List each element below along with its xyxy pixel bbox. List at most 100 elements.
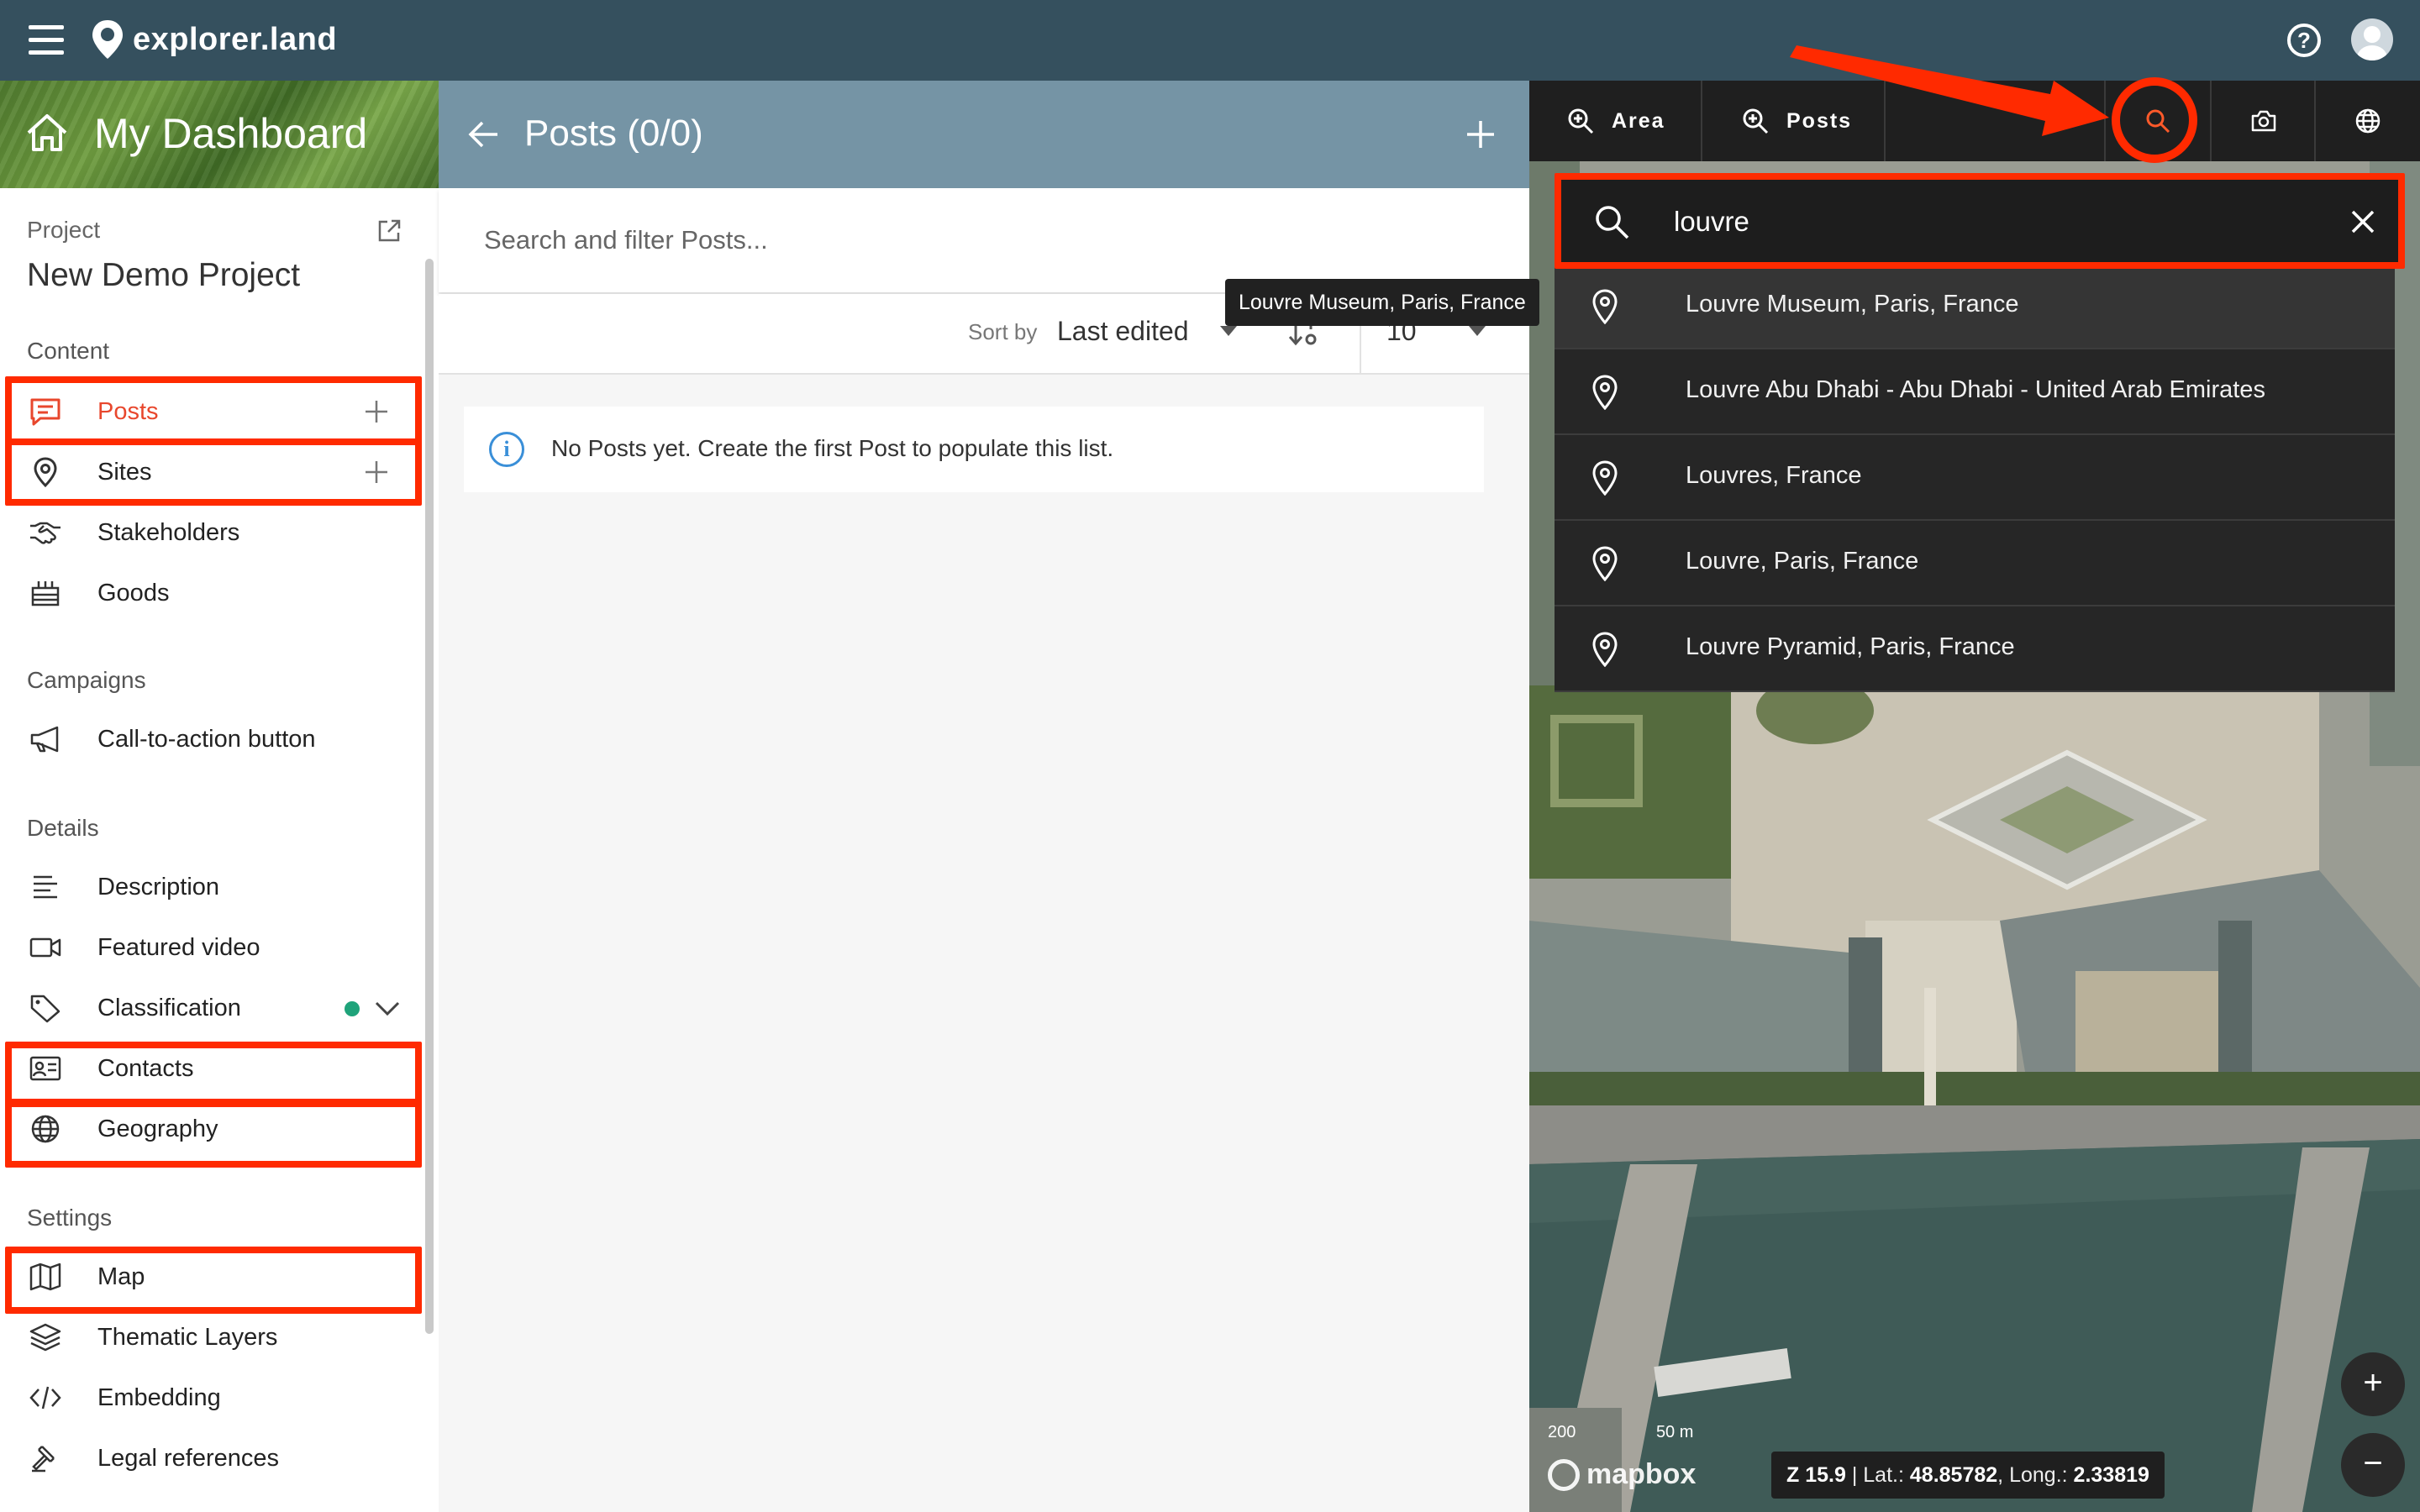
camera-icon — [2251, 110, 2276, 132]
sidebar-item-label: Posts — [97, 398, 159, 425]
video-camera-icon — [29, 937, 61, 958]
text-lines-icon — [34, 875, 57, 899]
lat-label: Lat.: — [1863, 1463, 1904, 1487]
search-result-item[interactable]: Louvres, France — [1555, 435, 2395, 521]
posts-search-bar — [439, 188, 1529, 292]
sidebar-item-classification[interactable]: Classification — [10, 981, 417, 1035]
globe-icon — [2355, 108, 2381, 134]
mapbox-label: mapbox — [1586, 1458, 1697, 1490]
avatar[interactable] — [2351, 18, 2393, 60]
menu-icon[interactable] — [29, 24, 64, 57]
sidebar-item-label: Thematic Layers — [97, 1324, 278, 1351]
sidebar-item-stakeholders[interactable]: Stakeholders — [10, 506, 417, 559]
map-search-input[interactable] — [1674, 198, 2262, 245]
tooltip: Louvre Museum, Paris, France — [1225, 279, 1539, 326]
zoom-to-posts-button[interactable]: Posts — [1702, 81, 1886, 161]
sidebar-item-contacts[interactable]: Contacts — [10, 1042, 417, 1095]
info-icon: i — [489, 432, 524, 467]
area-label: Area — [1612, 108, 1665, 133]
long-value: 2.33819 — [2073, 1463, 2149, 1487]
status-dot — [345, 1001, 360, 1016]
mapbox-icon — [1548, 1458, 1580, 1491]
code-icon — [29, 1386, 61, 1410]
help-icon[interactable]: ? — [2287, 24, 2321, 57]
globe-icon — [31, 1115, 60, 1143]
location-pin-icon — [1592, 546, 1618, 581]
map-search-bar — [1560, 180, 2400, 264]
zoom-to-area-button[interactable]: Area — [1529, 81, 1702, 161]
app-name: explorer.land — [133, 21, 338, 57]
sidebar-item-label: Embedding — [97, 1384, 221, 1411]
add-site-icon[interactable] — [363, 459, 390, 486]
sidebar-item-description[interactable]: Description — [10, 860, 417, 914]
sidebar-item-geography[interactable]: Geography — [10, 1102, 417, 1156]
handshake-icon — [30, 522, 60, 544]
sidebar-item-label: Stakeholders — [97, 519, 240, 546]
zoom-readout: Z 15.9 — [1786, 1463, 1846, 1487]
lat-value: 48.85782 — [1909, 1463, 1998, 1487]
gavel-icon — [32, 1446, 55, 1473]
search-result-item[interactable]: Louvre Abu Dhabi - Abu Dhabi - United Ar… — [1555, 349, 2395, 435]
close-icon[interactable] — [2349, 208, 2376, 235]
layers-icon — [29, 1323, 61, 1352]
location-pin-icon — [1592, 289, 1618, 324]
back-arrow-icon[interactable] — [467, 118, 501, 151]
search-result-item[interactable]: Louvre Pyramid, Paris, France — [1555, 606, 2395, 692]
sidebar-item-label: Call-to-action button — [97, 726, 316, 753]
sidebar-item-label: Map — [97, 1263, 145, 1290]
sidebar: My Dashboard Project New Demo Project Co… — [0, 81, 439, 1512]
scale-left-label: 200 — [1548, 1423, 1576, 1441]
dashboard-title: My Dashboard — [94, 110, 368, 157]
zoom-out-button[interactable]: − — [2341, 1433, 2405, 1497]
empty-state-card: i No Posts yet. Create the first Post to… — [464, 407, 1484, 492]
search-results-list: Louvre Museum, Paris, France Louvre Abu … — [1555, 264, 2395, 692]
search-icon — [1596, 206, 1629, 239]
sidebar-item-sites[interactable]: Sites — [10, 445, 417, 499]
scale-right-label: 50 m — [1655, 1423, 1694, 1441]
map-style-button[interactable] — [2314, 81, 2420, 161]
sidebar-scrollbar[interactable] — [425, 259, 434, 1334]
screenshot-button[interactable] — [2210, 81, 2316, 161]
dashboard-header[interactable]: My Dashboard — [0, 81, 439, 188]
sidebar-item-goods[interactable]: Goods — [10, 566, 417, 620]
sidebar-item-cta[interactable]: Call-to-action button — [10, 712, 417, 766]
sidebar-item-posts[interactable]: Posts — [10, 385, 417, 438]
result-label: Louvre, Paris, France — [1686, 548, 1919, 575]
map-panel[interactable]: Area Posts louvre Louvre Museum, Paris, … — [1529, 81, 2420, 1512]
project-name: New Demo Project — [27, 257, 301, 293]
location-pin-icon — [1592, 375, 1618, 410]
sidebar-item-label: Classification — [97, 995, 241, 1021]
sidebar-item-thematic-layers[interactable]: Thematic Layers — [10, 1310, 417, 1364]
search-result-item[interactable]: Louvre, Paris, France — [1555, 521, 2395, 606]
sort-select[interactable]: Last edited — [1057, 316, 1189, 347]
location-pin-icon — [1592, 632, 1618, 667]
result-label: Louvre Abu Dhabi - Abu Dhabi - United Ar… — [1686, 376, 2265, 403]
megaphone-icon — [30, 726, 59, 753]
sidebar-item-label: Goods — [97, 580, 170, 606]
zoom-in-button[interactable]: + — [2341, 1352, 2405, 1416]
caret-down-icon[interactable] — [1469, 326, 1486, 336]
map-search-button[interactable] — [2104, 81, 2210, 161]
section-settings: Settings — [27, 1205, 113, 1231]
app-logo[interactable]: explorer.land — [91, 18, 337, 60]
caret-down-icon[interactable] — [1220, 326, 1237, 336]
home-icon — [27, 114, 67, 151]
mapbox-logo[interactable]: mapbox — [1548, 1458, 1696, 1491]
sort-label: Sort by — [968, 319, 1038, 344]
sidebar-item-legal-references[interactable]: Legal references — [10, 1431, 417, 1485]
chevron-down-icon[interactable] — [373, 996, 402, 1020]
section-content: Content — [27, 338, 110, 364]
posts-header: Posts (0/0) — [439, 81, 1529, 188]
sidebar-item-label: Geography — [97, 1116, 218, 1142]
sidebar-item-embedding[interactable]: Embedding — [10, 1371, 417, 1425]
map-icon — [29, 1263, 61, 1291]
external-link-icon[interactable] — [376, 218, 402, 244]
search-result-item[interactable]: Louvre Museum, Paris, France — [1555, 264, 2395, 349]
add-post-icon[interactable] — [363, 398, 390, 425]
posts-search-input[interactable] — [484, 215, 1408, 265]
sidebar-item-featured-video[interactable]: Featured video — [10, 921, 417, 974]
add-post-button[interactable] — [1465, 119, 1496, 150]
sidebar-item-label: Contacts — [97, 1055, 194, 1082]
sidebar-item-map[interactable]: Map — [10, 1250, 417, 1304]
sidebar-item-label: Legal references — [97, 1445, 280, 1472]
